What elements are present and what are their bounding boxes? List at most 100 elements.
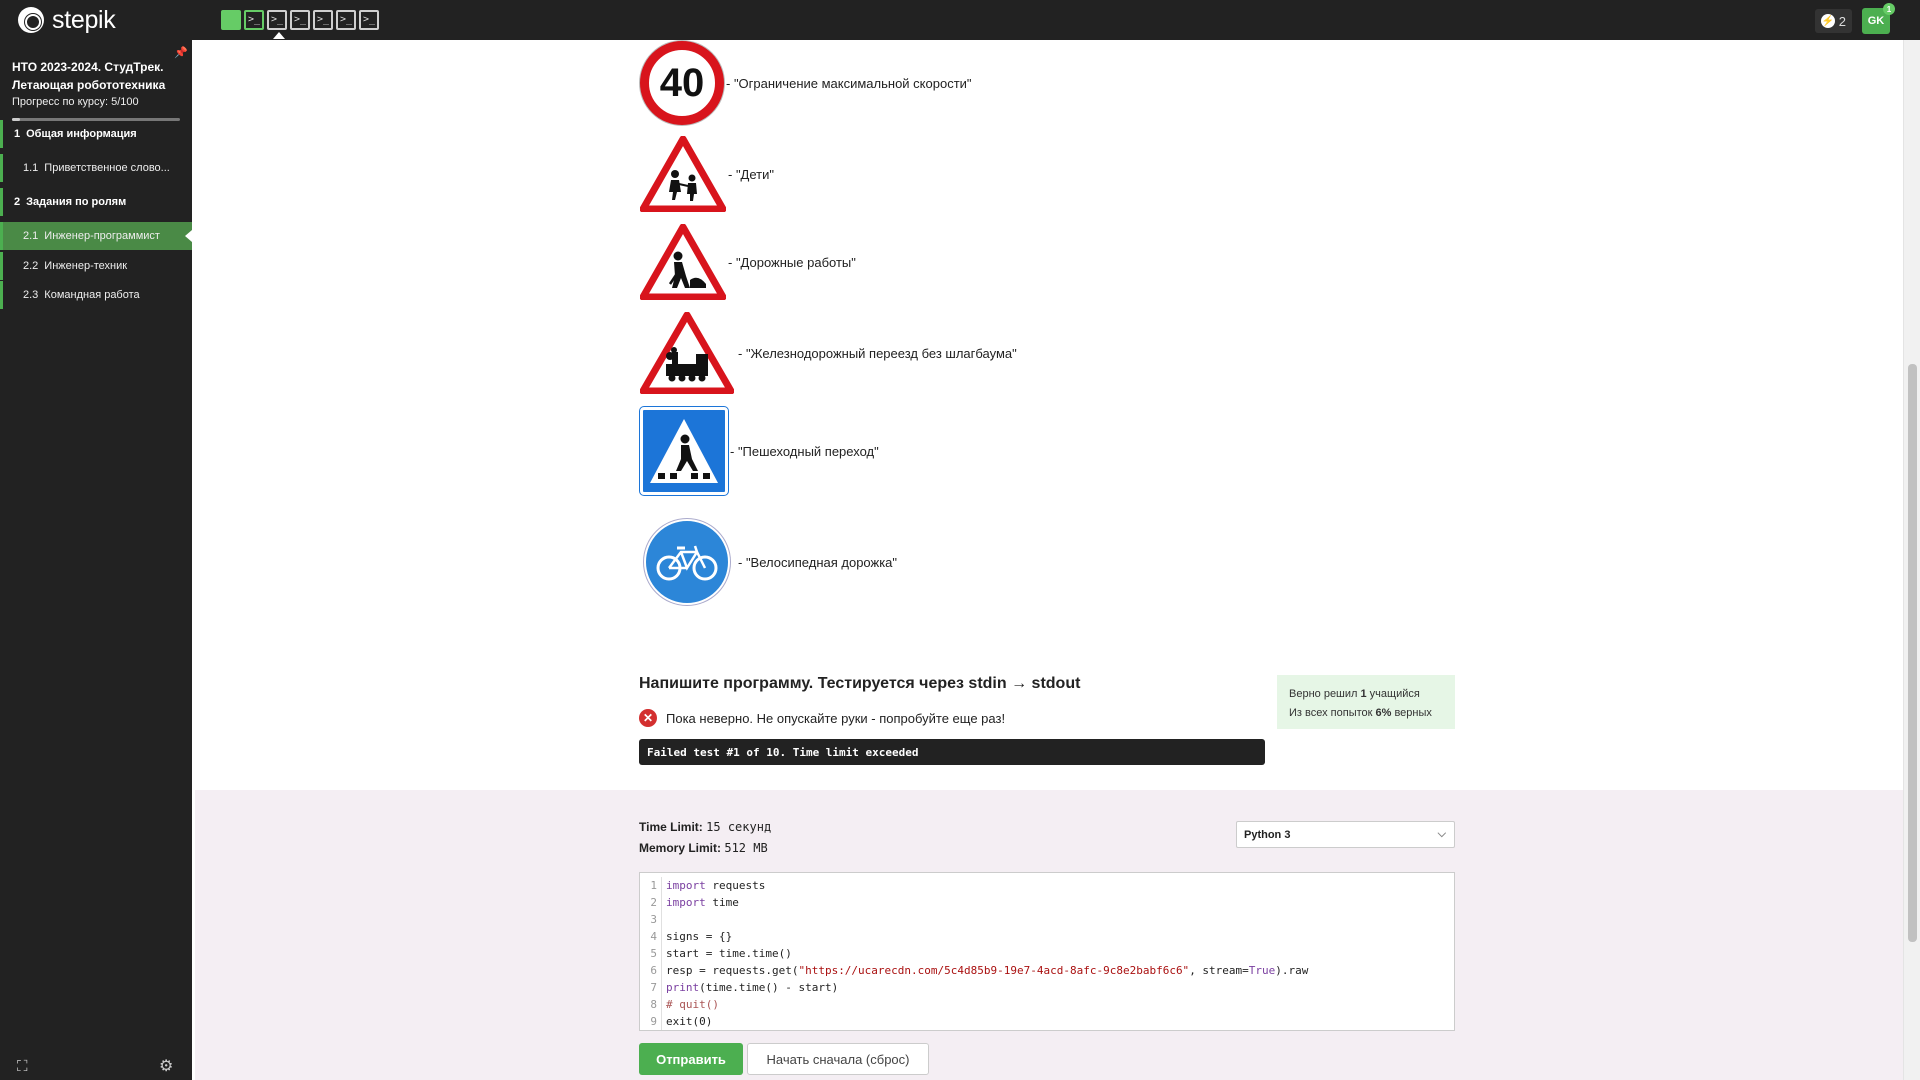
code-line[interactable]: 8 # quit() <box>640 996 1454 1013</box>
memory-limit-label: Memory Limit: <box>639 841 722 855</box>
sign-item-pedestrian-crossing: - "Пешеходный переход" <box>640 407 879 495</box>
bolt-icon: ⚡ <box>1820 14 1835 28</box>
code-text[interactable]: print(time.time() - start) <box>666 979 838 996</box>
page-scrollbar[interactable] <box>1903 40 1920 1080</box>
course-title[interactable]: НТО 2023-2024. СтудТрек. Летающая робото… <box>12 58 182 94</box>
reset-button[interactable]: Начать сначала (сброс) <box>747 1043 929 1075</box>
scrollbar-thumb[interactable] <box>1908 364 1917 942</box>
line-number: 7 <box>640 979 662 996</box>
lesson-number: 2.2 <box>23 260 39 272</box>
step-5[interactable]: >_ <box>313 10 333 30</box>
stepik-logo-icon <box>18 7 44 33</box>
code-submission-section: Time Limit: 15 секунд Memory Limit: 512 … <box>195 790 1903 1080</box>
step-navigation: >_ >_ >_ >_ >_ >_ <box>221 10 379 39</box>
test-failure-message: Failed test #1 of 10. Time limit exceede… <box>639 739 1265 765</box>
terminal-icon: >_ <box>293 14 307 25</box>
terminal-icon: >_ <box>316 14 330 25</box>
bicycle-path-sign-icon <box>644 519 730 605</box>
time-limit-value: 15 секунд <box>706 820 772 834</box>
lesson-number: 2.1 <box>23 230 39 242</box>
step-3[interactable]: >_ <box>267 10 287 39</box>
language-select-value: Python 3 <box>1244 828 1291 841</box>
memory-limit: Memory Limit: 512 MB <box>639 838 771 859</box>
pin-icon[interactable]: 📌 <box>174 46 188 59</box>
code-text[interactable]: import time <box>666 894 739 911</box>
speed-limit-value: 40 <box>659 60 705 105</box>
step-7[interactable]: >_ <box>359 10 379 30</box>
lesson-label: Инженер-техник <box>44 260 128 272</box>
code-line[interactable]: 5 start = time.time() <box>640 945 1454 962</box>
language-select[interactable]: Python 3 ⌵ <box>1236 821 1455 848</box>
line-number: 6 <box>640 962 662 979</box>
chevron-down-icon: ⌵ <box>1437 828 1446 840</box>
stats-solved-prefix: Верно решил <box>1289 688 1361 700</box>
step-2[interactable]: >_ <box>244 10 264 30</box>
code-line[interactable]: 9 exit(0) <box>640 1013 1454 1030</box>
stats-rate-prefix: Из всех попыток <box>1289 707 1376 719</box>
stats-rate-line: Из всех попыток 6% верных <box>1289 704 1443 723</box>
terminal-icon: >_ <box>362 14 376 25</box>
pedestrian-triangle-icon <box>650 419 718 483</box>
code-text[interactable]: # quit() <box>666 996 719 1013</box>
course-progress-text: Прогресс по курсу: 5/100 <box>12 96 139 108</box>
code-text[interactable]: exit(0) <box>666 1013 712 1030</box>
code-line[interactable]: 7 print(time.time() - start) <box>640 979 1454 996</box>
railway-crossing-sign-icon <box>640 312 734 394</box>
avatar[interactable]: GK 1 <box>1862 3 1895 34</box>
sign-item-road-works: - "Дорожные работы" <box>640 224 856 300</box>
line-number: 2 <box>640 894 662 911</box>
submit-button[interactable]: Отправить <box>639 1043 743 1075</box>
code-line[interactable]: 2 import time <box>640 894 1454 911</box>
road-works-sign-icon <box>640 224 726 300</box>
code-line[interactable]: 1 import requests <box>640 877 1454 894</box>
sidebar-item-engineer-programmer[interactable]: 2.1 Инженер-программист <box>0 222 192 250</box>
code-editor[interactable]: 1 import requests 2 import time 3 4 signs = {}… <box>639 872 1455 1031</box>
code-text[interactable]: start = time.time() <box>666 945 792 962</box>
code-text[interactable]: resp = requests.get("https://ucarecdn.co… <box>666 962 1308 979</box>
sign-item-speed-limit: 40 - "Ограничение максимальной скорости" <box>640 41 972 125</box>
fullscreen-icon[interactable]: ⛶ <box>17 1058 31 1075</box>
notifications-button[interactable]: ⚡ 2 <box>1814 9 1852 33</box>
line-number: 8 <box>640 996 662 1013</box>
module-label: Задания по ролям <box>26 196 127 208</box>
code-line[interactable]: 3 <box>640 911 1454 928</box>
lesson-number: 2.3 <box>23 289 39 301</box>
logo-text: stepik <box>52 5 116 34</box>
sidebar-module-role-tasks[interactable]: 2 Задания по ролям <box>0 188 192 216</box>
speed-limit-40-sign-icon: 40 <box>640 41 724 125</box>
sign-label: - "Пешеходный переход" <box>730 443 879 459</box>
sidebar-item-welcome[interactable]: 1.1 Приветственное слово... <box>0 154 192 182</box>
sign-label: - "Железнодорожный переезд без шлагбаума… <box>738 345 1017 361</box>
bicycle-icon <box>656 545 718 581</box>
task-stats-box: Верно решил 1 учащийся Из всех попыток 6… <box>1277 675 1455 729</box>
gear-icon[interactable]: ⚙ <box>159 1056 175 1075</box>
lesson-label: Командная работа <box>44 289 140 301</box>
top-bar: stepik >_ >_ >_ >_ >_ >_ ⚡ 2 GK 1 <box>0 0 1920 40</box>
time-limit: Time Limit: 15 секунд <box>639 817 771 838</box>
submission-status: ✕ Пока неверно. Не опускайте руки - попр… <box>639 709 1005 727</box>
error-icon: ✕ <box>639 709 657 727</box>
code-line[interactable]: 4 signs = {} <box>640 928 1454 945</box>
terminal-icon: >_ <box>270 14 284 25</box>
sidebar-module-general-info[interactable]: 1 Общая информация <box>0 120 192 148</box>
sign-label: - "Дети" <box>728 166 774 182</box>
sidebar-item-engineer-technician[interactable]: 2.2 Инженер-техник <box>0 252 192 280</box>
code-text[interactable]: import requests <box>666 877 765 894</box>
stepik-logo[interactable]: stepik <box>18 6 116 34</box>
sign-label: - "Ограничение максимальной скорости" <box>726 75 972 91</box>
lesson-number: 1.1 <box>23 162 39 174</box>
memory-limit-value: 512 MB <box>724 841 768 855</box>
lesson-label: Приветственное слово... <box>44 162 170 174</box>
step-6[interactable]: >_ <box>336 10 356 30</box>
code-line[interactable]: 6 resp = requests.get("https://ucarecdn.c… <box>640 962 1454 979</box>
avatar-badge: 1 <box>1883 3 1895 15</box>
top-right-controls: ⚡ 2 GK 1 <box>1814 3 1895 34</box>
line-number: 9 <box>640 1013 662 1030</box>
sidebar-item-teamwork[interactable]: 2.3 Командная работа <box>0 281 192 309</box>
code-text[interactable]: signs = {} <box>666 928 732 945</box>
step-1[interactable] <box>221 10 241 30</box>
line-number: 3 <box>640 911 662 928</box>
stats-solved-line: Верно решил 1 учащийся <box>1289 685 1443 704</box>
sign-item-children: - "Дети" <box>640 136 774 212</box>
step-4[interactable]: >_ <box>290 10 310 30</box>
